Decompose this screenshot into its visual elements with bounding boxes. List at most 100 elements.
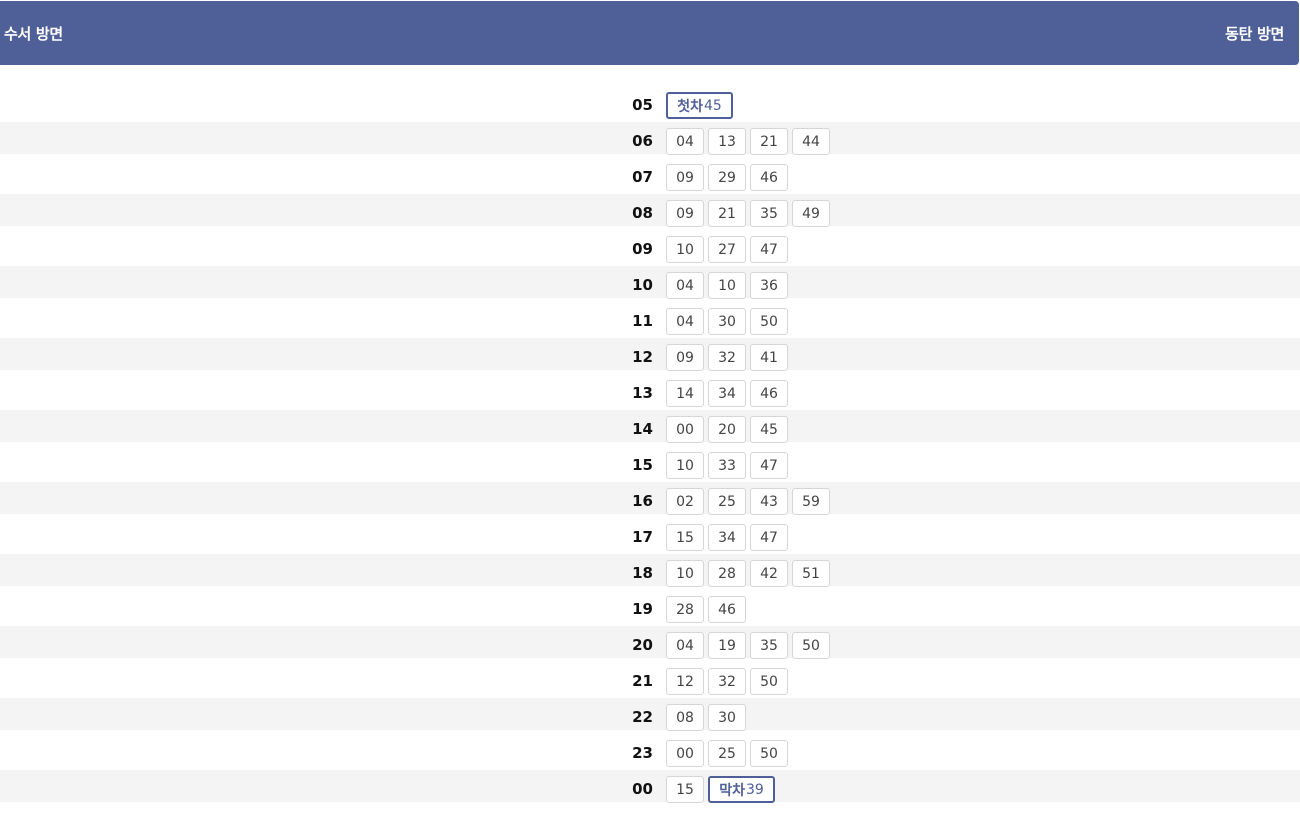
departure-minute-button[interactable]: 28 (666, 596, 704, 623)
minute-value: 33 (718, 457, 736, 474)
departure-minute-button[interactable]: 45 (750, 416, 788, 443)
departure-minute-button[interactable]: 30 (708, 704, 746, 731)
departure-minute-button[interactable]: 00 (666, 416, 704, 443)
departure-minute-button[interactable]: 21 (750, 128, 788, 155)
departure-minute-button[interactable]: 33 (708, 452, 746, 479)
minute-value: 12 (676, 673, 694, 690)
minute-list: 15 막차 39 (666, 776, 779, 803)
departure-minute-button[interactable]: 04 (666, 272, 704, 299)
departure-minute-button[interactable]: 10 (666, 452, 704, 479)
timetable-row: 00 15 막차 39 (0, 770, 1300, 803)
departure-minute-button[interactable]: 15 (666, 524, 704, 551)
departure-minute-button[interactable]: 28 (708, 560, 746, 587)
hour-label: 08 (632, 204, 653, 222)
direction-label-right: 동탄 방면 (1225, 24, 1284, 43)
departure-minute-button[interactable]: 02 (666, 488, 704, 515)
timetable-row: 19 28 46 (0, 590, 1300, 623)
minute-value: 34 (718, 529, 736, 546)
departure-minute-button[interactable]: 49 (792, 200, 830, 227)
departure-minute-button[interactable]: 46 (750, 164, 788, 191)
departure-minute-button[interactable]: 32 (708, 344, 746, 371)
minute-value: 49 (802, 205, 820, 222)
departure-minute-button[interactable]: 09 (666, 164, 704, 191)
special-departure-button[interactable]: 첫차 45 (666, 92, 733, 119)
minute-value: 10 (676, 241, 694, 258)
departure-minute-button[interactable]: 09 (666, 200, 704, 227)
departure-minute-button[interactable]: 00 (666, 740, 704, 767)
minute-list: 14 34 46 (666, 380, 792, 407)
departure-minute-button[interactable]: 59 (792, 488, 830, 515)
departure-minute-button[interactable]: 09 (666, 344, 704, 371)
minute-value: 04 (676, 313, 694, 330)
minute-value: 25 (718, 745, 736, 762)
departure-minute-button[interactable]: 13 (708, 128, 746, 155)
departure-minute-button[interactable]: 42 (750, 560, 788, 587)
departure-minute-button[interactable]: 21 (708, 200, 746, 227)
timetable-row: 15 10 33 47 (0, 446, 1300, 479)
minute-value: 21 (718, 205, 736, 222)
departure-minute-button[interactable]: 19 (708, 632, 746, 659)
minute-list: 09 32 41 (666, 344, 792, 371)
departure-minute-button[interactable]: 34 (708, 380, 746, 407)
minute-value: 28 (718, 565, 736, 582)
minute-value: 13 (718, 133, 736, 150)
departure-minute-button[interactable]: 10 (666, 236, 704, 263)
departure-minute-button[interactable]: 44 (792, 128, 830, 155)
minute-value: 42 (760, 565, 778, 582)
special-departure-button[interactable]: 막차 39 (708, 776, 775, 803)
departure-minute-button[interactable]: 12 (666, 668, 704, 695)
departure-minute-button[interactable]: 50 (792, 632, 830, 659)
minute-value: 47 (760, 529, 778, 546)
minute-value: 50 (760, 673, 778, 690)
minute-value: 30 (718, 709, 736, 726)
departure-minute-button[interactable]: 50 (750, 308, 788, 335)
departure-minute-button[interactable]: 47 (750, 524, 788, 551)
departure-minute-button[interactable]: 35 (750, 200, 788, 227)
departure-minute-button[interactable]: 50 (750, 740, 788, 767)
departure-minute-button[interactable]: 47 (750, 236, 788, 263)
minute-value: 15 (676, 781, 694, 798)
departure-minute-button[interactable]: 34 (708, 524, 746, 551)
hour-label: 10 (632, 276, 653, 294)
minute-value: 08 (676, 709, 694, 726)
departure-minute-button[interactable]: 27 (708, 236, 746, 263)
departure-minute-button[interactable]: 04 (666, 308, 704, 335)
departure-minute-button[interactable]: 51 (792, 560, 830, 587)
departure-minute-button[interactable]: 08 (666, 704, 704, 731)
departure-minute-button[interactable]: 32 (708, 668, 746, 695)
minute-value: 27 (718, 241, 736, 258)
hour-label: 11 (632, 312, 653, 330)
departure-minute-button[interactable]: 04 (666, 128, 704, 155)
departure-minute-button[interactable]: 29 (708, 164, 746, 191)
hour-label: 21 (632, 672, 653, 690)
departure-minute-button[interactable]: 10 (708, 272, 746, 299)
departure-minute-button[interactable]: 50 (750, 668, 788, 695)
minute-value: 46 (760, 385, 778, 402)
departure-minute-button[interactable]: 15 (666, 776, 704, 803)
departure-minute-button[interactable]: 43 (750, 488, 788, 515)
departure-minute-button[interactable]: 25 (708, 740, 746, 767)
departure-minute-button[interactable]: 14 (666, 380, 704, 407)
departure-minute-button[interactable]: 46 (708, 596, 746, 623)
timetable-row: 06 04 13 21 44 (0, 122, 1300, 155)
minute-value: 00 (676, 421, 694, 438)
timetable-row: 20 04 19 35 50 (0, 626, 1300, 659)
timetable: 05 첫차 45 06 04 13 21 44 07 09 29 46 08 09 21 35 49 09 10 27… (0, 86, 1300, 806)
departure-minute-button[interactable]: 36 (750, 272, 788, 299)
minute-value: 36 (760, 277, 778, 294)
minute-list: 첫차 45 (666, 92, 737, 119)
departure-minute-button[interactable]: 30 (708, 308, 746, 335)
departure-minute-button[interactable]: 25 (708, 488, 746, 515)
minute-value: 04 (676, 133, 694, 150)
departure-minute-button[interactable]: 35 (750, 632, 788, 659)
minute-value: 34 (718, 385, 736, 402)
departure-minute-button[interactable]: 46 (750, 380, 788, 407)
minute-value: 10 (676, 457, 694, 474)
direction-label-left: 수서 방면 (4, 24, 63, 43)
minute-value: 04 (676, 277, 694, 294)
departure-minute-button[interactable]: 04 (666, 632, 704, 659)
departure-minute-button[interactable]: 20 (708, 416, 746, 443)
departure-minute-button[interactable]: 47 (750, 452, 788, 479)
departure-minute-button[interactable]: 10 (666, 560, 704, 587)
departure-minute-button[interactable]: 41 (750, 344, 788, 371)
